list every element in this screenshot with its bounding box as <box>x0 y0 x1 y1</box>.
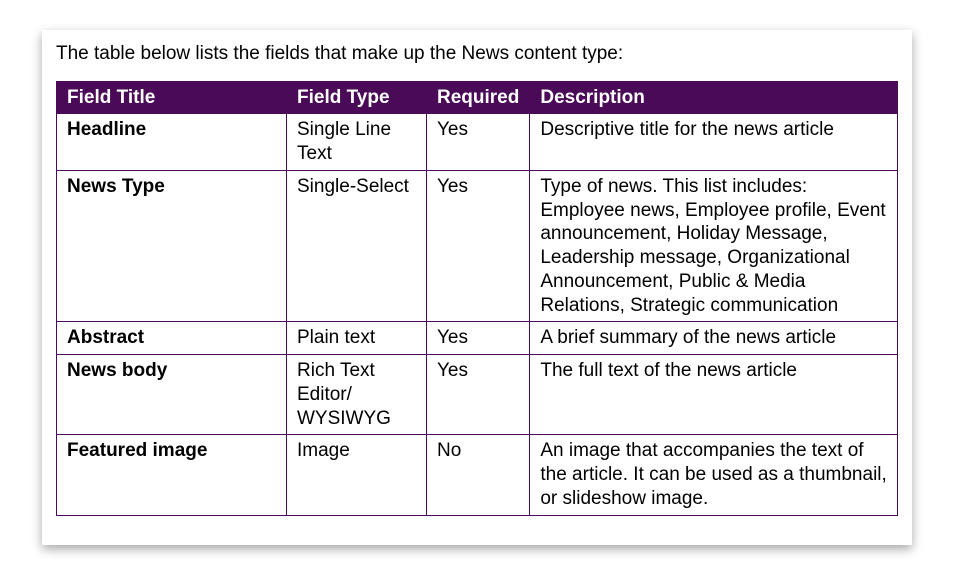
cell-required: Yes <box>427 170 530 322</box>
cell-title: Featured image <box>57 435 287 515</box>
cell-required: Yes <box>427 114 530 171</box>
cell-desc: A brief summary of the news article <box>530 322 898 355</box>
cell-desc: Type of news. This list includes: Employ… <box>530 170 898 322</box>
cell-desc: Descriptive title for the news article <box>530 114 898 171</box>
cell-type: Single Line Text <box>287 114 427 171</box>
document-sheet: The table below lists the fields that ma… <box>42 30 912 545</box>
cell-type: Rich Text Editor/ WYSIWYG <box>287 355 427 435</box>
cell-type: Single-Select <box>287 170 427 322</box>
intro-text: The table below lists the fields that ma… <box>56 42 898 67</box>
col-header-description: Description <box>530 81 898 114</box>
cell-desc: The full text of the news article <box>530 355 898 435</box>
table-header-row: Field Title Field Type Required Descript… <box>57 81 898 114</box>
table-row: Abstract Plain text Yes A brief summary … <box>57 322 898 355</box>
col-header-required: Required <box>427 81 530 114</box>
fields-table: Field Title Field Type Required Descript… <box>56 81 898 516</box>
col-header-title: Field Title <box>57 81 287 114</box>
col-header-type: Field Type <box>287 81 427 114</box>
table-row: News body Rich Text Editor/ WYSIWYG Yes … <box>57 355 898 435</box>
cell-required: No <box>427 435 530 515</box>
cell-title: Abstract <box>57 322 287 355</box>
table-row: Featured image Image No An image that ac… <box>57 435 898 515</box>
cell-type: Image <box>287 435 427 515</box>
cell-type: Plain text <box>287 322 427 355</box>
cell-required: Yes <box>427 322 530 355</box>
cell-title: News Type <box>57 170 287 322</box>
cell-desc: An image that accompanies the text of th… <box>530 435 898 515</box>
cell-title: News body <box>57 355 287 435</box>
cell-title: Headline <box>57 114 287 171</box>
cell-required: Yes <box>427 355 530 435</box>
table-row: Headline Single Line Text Yes Descriptiv… <box>57 114 898 171</box>
table-row: News Type Single-Select Yes Type of news… <box>57 170 898 322</box>
